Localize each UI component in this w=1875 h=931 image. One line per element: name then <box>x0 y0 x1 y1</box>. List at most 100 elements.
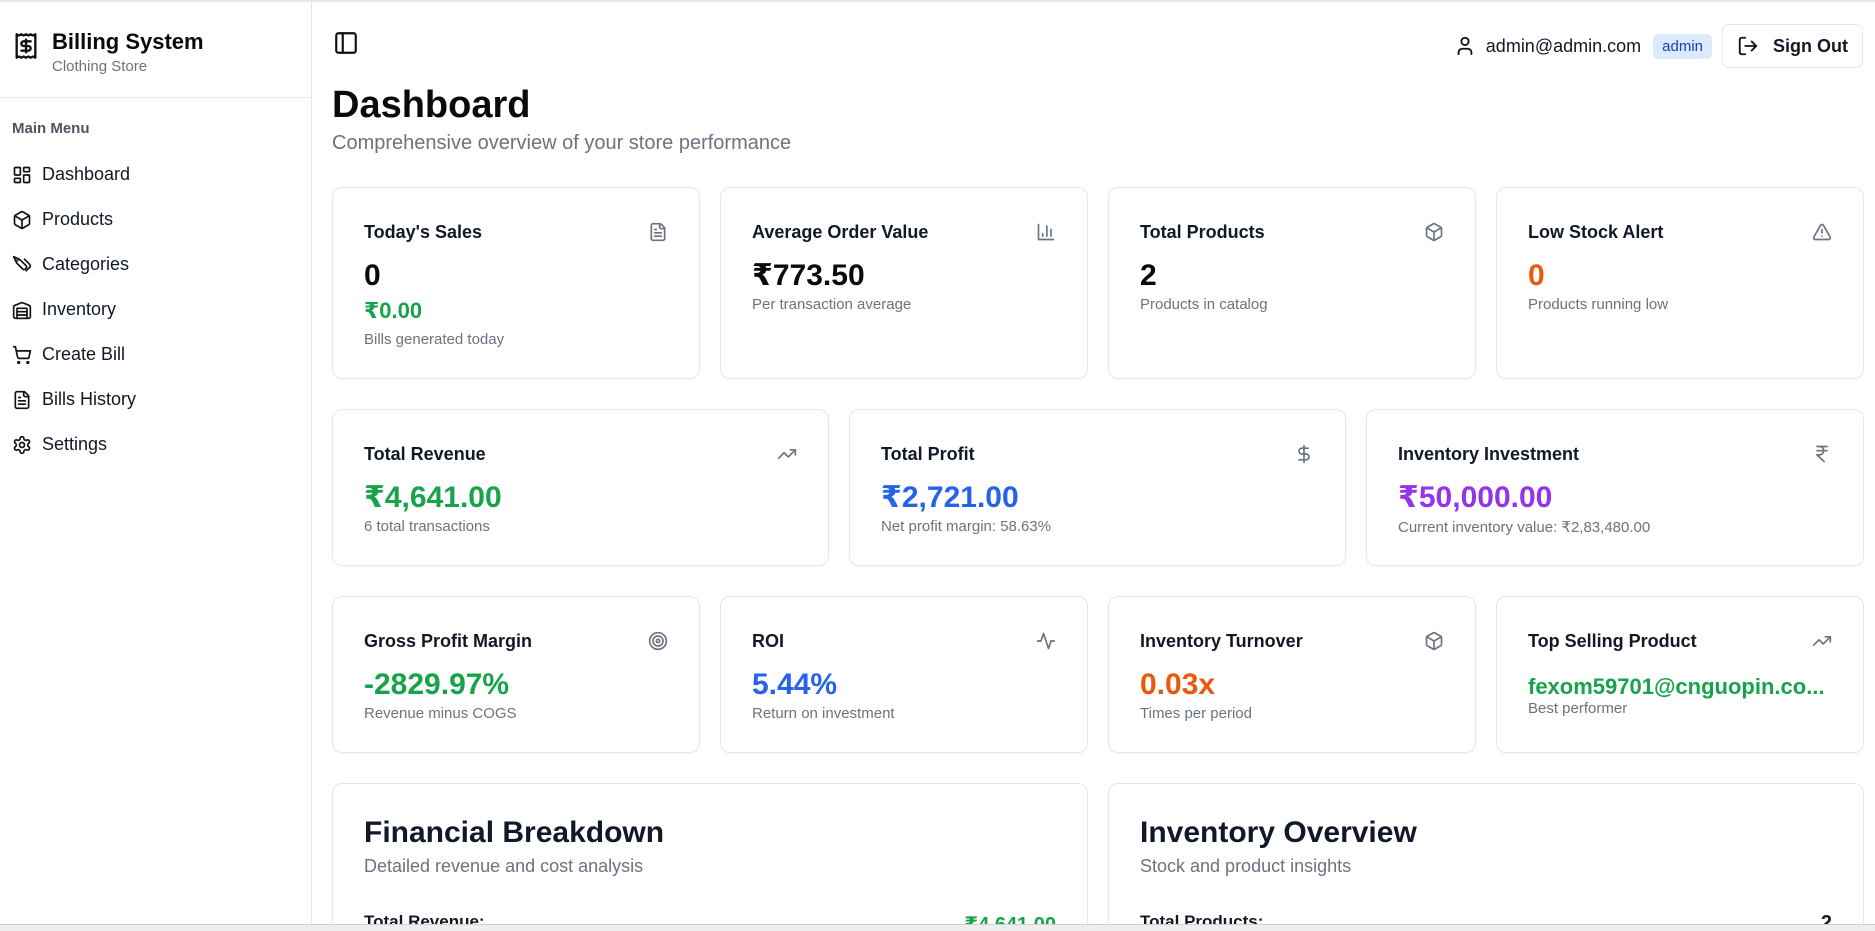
warehouse-icon <box>12 301 32 319</box>
activity-icon <box>1036 632 1056 650</box>
brand-title: Billing System <box>52 29 204 54</box>
file-text-icon <box>650 222 666 242</box>
card-todays-sales: Today's Sales 0 ₹0.00 Bills generated to… <box>332 187 700 379</box>
sidebar-item-label: Inventory <box>42 299 117 319</box>
card-title: Total Profit <box>881 444 975 464</box>
sidebar-item-dashboard[interactable]: Dashboard <box>0 152 311 197</box>
card-inventory-turnover: Inventory Turnover 0.03x Times per perio… <box>1108 596 1476 753</box>
sign-out-label: Sign Out <box>1773 35 1848 56</box>
card-total-products: Total Products 2 Products in catalog <box>1108 187 1476 379</box>
target-icon <box>648 631 668 651</box>
card-inventory-overview: Inventory Overview Stock and product ins… <box>1108 783 1864 931</box>
sidebar-item-label: Products <box>42 209 114 229</box>
card-average-order-value: Average Order Value ₹773.50 Per transact… <box>720 187 1088 379</box>
card-title: Total Revenue <box>364 444 486 464</box>
page-subtitle: Comprehensive overview of your store per… <box>332 132 792 154</box>
user-icon <box>1457 36 1473 56</box>
tags-icon <box>12 255 32 272</box>
card-value: 5.44% <box>752 668 838 701</box>
card-inventory-investment: Inventory Investment ₹50,000.00 Current … <box>1366 409 1864 566</box>
sidebar-item-settings[interactable]: Settings <box>0 422 311 467</box>
menu-section-label: Main Menu <box>12 120 90 137</box>
card-secondary-value: ₹0.00 <box>364 298 423 323</box>
trending-up-icon <box>777 449 797 459</box>
card-note: Net profit margin: 58.63% <box>881 518 1052 535</box>
card-value: 0 <box>364 259 381 292</box>
card-value: 0 <box>1528 259 1545 292</box>
card-note: Products running low <box>1528 296 1669 313</box>
sidebar-menu: Dashboard Products Categories Inventory … <box>0 152 311 467</box>
card-title: Total Products <box>1140 222 1265 242</box>
card-note: Best performer <box>1528 700 1628 717</box>
sidebar-item-bills-history[interactable]: Bills History <box>0 377 311 422</box>
sidebar: Billing System Clothing Store Main Menu … <box>0 2 312 924</box>
sidebar-item-inventory[interactable]: Inventory <box>0 287 311 332</box>
sidebar-item-label: Bills History <box>42 389 137 409</box>
card-note: 6 total transactions <box>364 518 490 535</box>
card-roi: ROI 5.44% Return on investment <box>720 596 1088 753</box>
sidebar-item-label: Create Bill <box>42 344 126 364</box>
card-low-stock-alert: Low Stock Alert 0 Products running low <box>1496 187 1864 379</box>
card-value: 0.03x <box>1140 668 1216 701</box>
role-badge: admin <box>1653 33 1712 59</box>
card-note: Bills generated today <box>364 331 505 348</box>
package-icon <box>13 210 31 229</box>
section-subtitle: Detailed revenue and cost analysis <box>364 856 644 876</box>
trending-up-icon <box>1812 636 1832 646</box>
sidebar-toggle-icon[interactable] <box>333 30 359 56</box>
card-total-profit: Total Profit ₹2,721.00 Net profit margin… <box>849 409 1346 566</box>
section-title: Inventory Overview <box>1140 816 1417 849</box>
card-note: Return on investment <box>752 705 895 722</box>
bottom-border <box>0 924 1875 931</box>
card-note: Current inventory value: ₹2,83,480.00 <box>1398 519 1651 536</box>
user-email: admin@admin.com <box>1485 35 1642 56</box>
log-out-icon <box>1738 36 1758 56</box>
card-top-selling-product: Top Selling Product fexom59701@cnguopin.… <box>1496 596 1864 753</box>
gear-icon <box>13 435 31 454</box>
card-title: Today's Sales <box>364 222 483 242</box>
card-value: 2 <box>1140 259 1157 292</box>
section-subtitle: Stock and product insights <box>1140 856 1352 876</box>
brand: Billing System Clothing Store <box>0 2 311 98</box>
file-text-icon <box>14 390 30 409</box>
sidebar-item-label: Settings <box>42 434 108 454</box>
dollar-icon <box>1298 444 1310 464</box>
page-title: Dashboard <box>332 84 531 126</box>
card-note: Revenue minus COGS <box>364 705 517 722</box>
package-icon <box>1425 631 1443 651</box>
package-icon <box>1425 222 1443 242</box>
card-title: ROI <box>752 631 785 651</box>
card-value: ₹2,721.00 <box>881 481 1019 514</box>
card-value: ₹773.50 <box>752 259 865 292</box>
card-financial-breakdown: Financial Breakdown Detailed revenue and… <box>332 783 1088 931</box>
card-gross-profit-margin: Gross Profit Margin -2829.97% Revenue mi… <box>332 596 700 753</box>
card-note: Per transaction average <box>752 296 912 313</box>
card-title: Inventory Turnover <box>1140 631 1303 651</box>
receipt-icon <box>15 33 37 59</box>
card-title: Inventory Investment <box>1398 444 1580 464</box>
card-value: ₹50,000.00 <box>1398 481 1553 514</box>
rupee-icon <box>1816 445 1828 463</box>
card-total-revenue: Total Revenue ₹4,641.00 6 total transact… <box>332 409 829 566</box>
shopping-cart-icon <box>12 345 32 364</box>
sidebar-item-products[interactable]: Products <box>0 197 311 242</box>
user-area: admin@admin.com admin Sign Out <box>1454 24 1863 68</box>
card-note: Products in catalog <box>1140 296 1268 313</box>
bar-chart-icon <box>1037 223 1055 241</box>
alert-triangle-icon <box>1812 223 1832 241</box>
section-title: Financial Breakdown <box>364 816 665 849</box>
top-header: admin@admin.com admin Sign Out <box>313 2 1875 82</box>
sidebar-item-categories[interactable]: Categories <box>0 242 311 287</box>
sidebar-item-label: Categories <box>42 254 130 274</box>
layout-grid-icon <box>13 166 31 183</box>
card-note: Times per period <box>1140 705 1252 722</box>
card-title: Average Order Value <box>752 222 929 242</box>
brand-subtitle: Clothing Store <box>52 58 148 75</box>
card-title: Gross Profit Margin <box>364 631 533 651</box>
card-title: Low Stock Alert <box>1528 222 1664 242</box>
card-value: ₹4,641.00 <box>364 481 502 514</box>
sign-out-button[interactable]: Sign Out <box>1722 24 1863 68</box>
card-value: -2829.97% <box>364 668 510 701</box>
sidebar-item-create-bill[interactable]: Create Bill <box>0 332 311 377</box>
card-title: Top Selling Product <box>1528 631 1697 651</box>
